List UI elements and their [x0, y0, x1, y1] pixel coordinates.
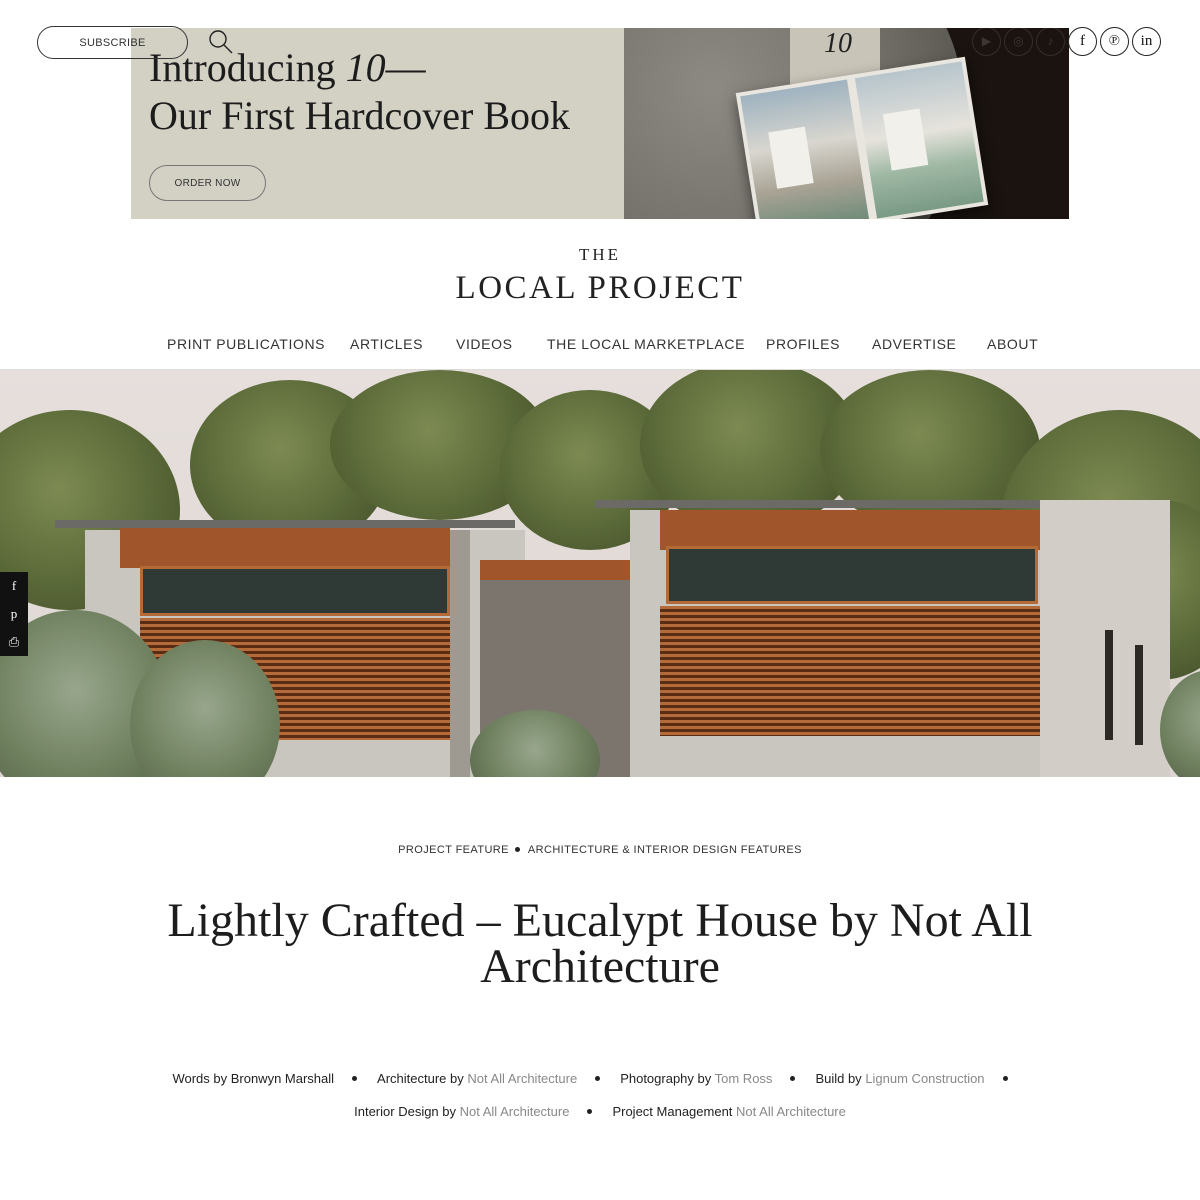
nav-item-local-marketplace[interactable]: THE LOCAL MARKETPLACE: [547, 336, 745, 352]
credit-separator: [790, 1075, 796, 1081]
credit-link[interactable]: Not All Architecture: [467, 1071, 577, 1086]
credit-label: Words by Bronwyn Marshall: [172, 1071, 335, 1086]
main-nav: PRINT PUBLICATIONS ARTICLES VIDEOS THE L…: [0, 336, 1200, 358]
promo-banner[interactable]: Introducing 10— Our First Hardcover Book…: [131, 28, 1069, 219]
credit-label: Project Management: [612, 1104, 737, 1119]
nav-item-articles[interactable]: ARTICLES: [350, 336, 423, 352]
nav-item-videos[interactable]: VIDEOS: [456, 336, 513, 352]
pinterest-icon[interactable]: ℗: [1100, 27, 1129, 56]
article-categories: PROJECT FEATURE ARCHITECTURE & INTERIOR D…: [0, 844, 1200, 856]
nav-item-profiles[interactable]: PROFILES: [766, 336, 840, 352]
credit-separator: [595, 1075, 601, 1081]
facebook-icon[interactable]: f: [0, 572, 28, 600]
promo-headline-number: 10: [345, 45, 386, 90]
credit-label: Architecture by: [377, 1071, 468, 1086]
book-cover-number: 10: [824, 28, 852, 59]
logo-wordmark[interactable]: LOCAL PROJECT: [0, 270, 1200, 307]
facebook-icon[interactable]: f: [1068, 27, 1097, 56]
share-sidebar: f p ⎙: [0, 572, 28, 656]
promo-headline-dash: —: [385, 45, 426, 90]
promo-headline-line2: Our First Hardcover Book: [149, 93, 571, 138]
category-link[interactable]: PROJECT FEATURE: [398, 844, 509, 856]
promo-headline: Introducing 10— Our First Hardcover Book: [149, 44, 570, 140]
credits-row: Words by Bronwyn Marshall Architecture by…: [0, 1071, 1200, 1086]
youtube-icon[interactable]: ▶: [972, 27, 1001, 56]
print-icon[interactable]: ⎙: [0, 628, 28, 656]
promo-text-panel: Introducing 10— Our First Hardcover Book…: [131, 28, 624, 219]
credit-link[interactable]: Tom Ross: [715, 1071, 773, 1086]
nav-item-print-publications[interactable]: PRINT PUBLICATIONS: [167, 336, 325, 352]
hero-image: [0, 370, 1200, 777]
tiktok-icon[interactable]: ♪: [1036, 27, 1065, 56]
category-separator: [514, 846, 520, 852]
search-icon[interactable]: [207, 28, 235, 56]
instagram-icon[interactable]: ◎: [1004, 27, 1033, 56]
credit-separator: [587, 1108, 593, 1114]
nav-item-about[interactable]: ABOUT: [987, 336, 1038, 352]
nav-item-advertise[interactable]: ADVERTISE: [872, 336, 957, 352]
credit-link[interactable]: Not All Architecture: [736, 1104, 846, 1119]
credits-row: Interior Design by Not All Architecture P…: [0, 1104, 1200, 1119]
logo-the[interactable]: THE: [0, 245, 1200, 265]
credit-label: Interior Design by: [354, 1104, 460, 1119]
credit-link[interactable]: Lignum Construction: [865, 1071, 984, 1086]
credit-separator: [1002, 1075, 1008, 1081]
book-right-page: [854, 61, 984, 219]
article-title: Lightly Crafted – Eucalypt House by Not …: [167, 894, 1033, 993]
social-links: ▶ ◎ ♪ f ℗ in: [972, 27, 1161, 56]
book-left-page: [740, 79, 870, 219]
order-now-button[interactable]: ORDER NOW: [149, 165, 266, 201]
credit-label: Photography by: [620, 1071, 715, 1086]
linkedin-icon[interactable]: in: [1132, 27, 1161, 56]
credit-separator: [352, 1075, 358, 1081]
credit-link[interactable]: Not All Architecture: [460, 1104, 570, 1119]
pinterest-icon[interactable]: p: [0, 600, 28, 628]
category-link[interactable]: ARCHITECTURE & INTERIOR DESIGN FEATURES: [528, 844, 802, 856]
subscribe-button[interactable]: SUBSCRIBE: [37, 26, 188, 59]
credit-label: Build by: [815, 1071, 866, 1086]
promo-book-image: 10: [624, 28, 1069, 219]
